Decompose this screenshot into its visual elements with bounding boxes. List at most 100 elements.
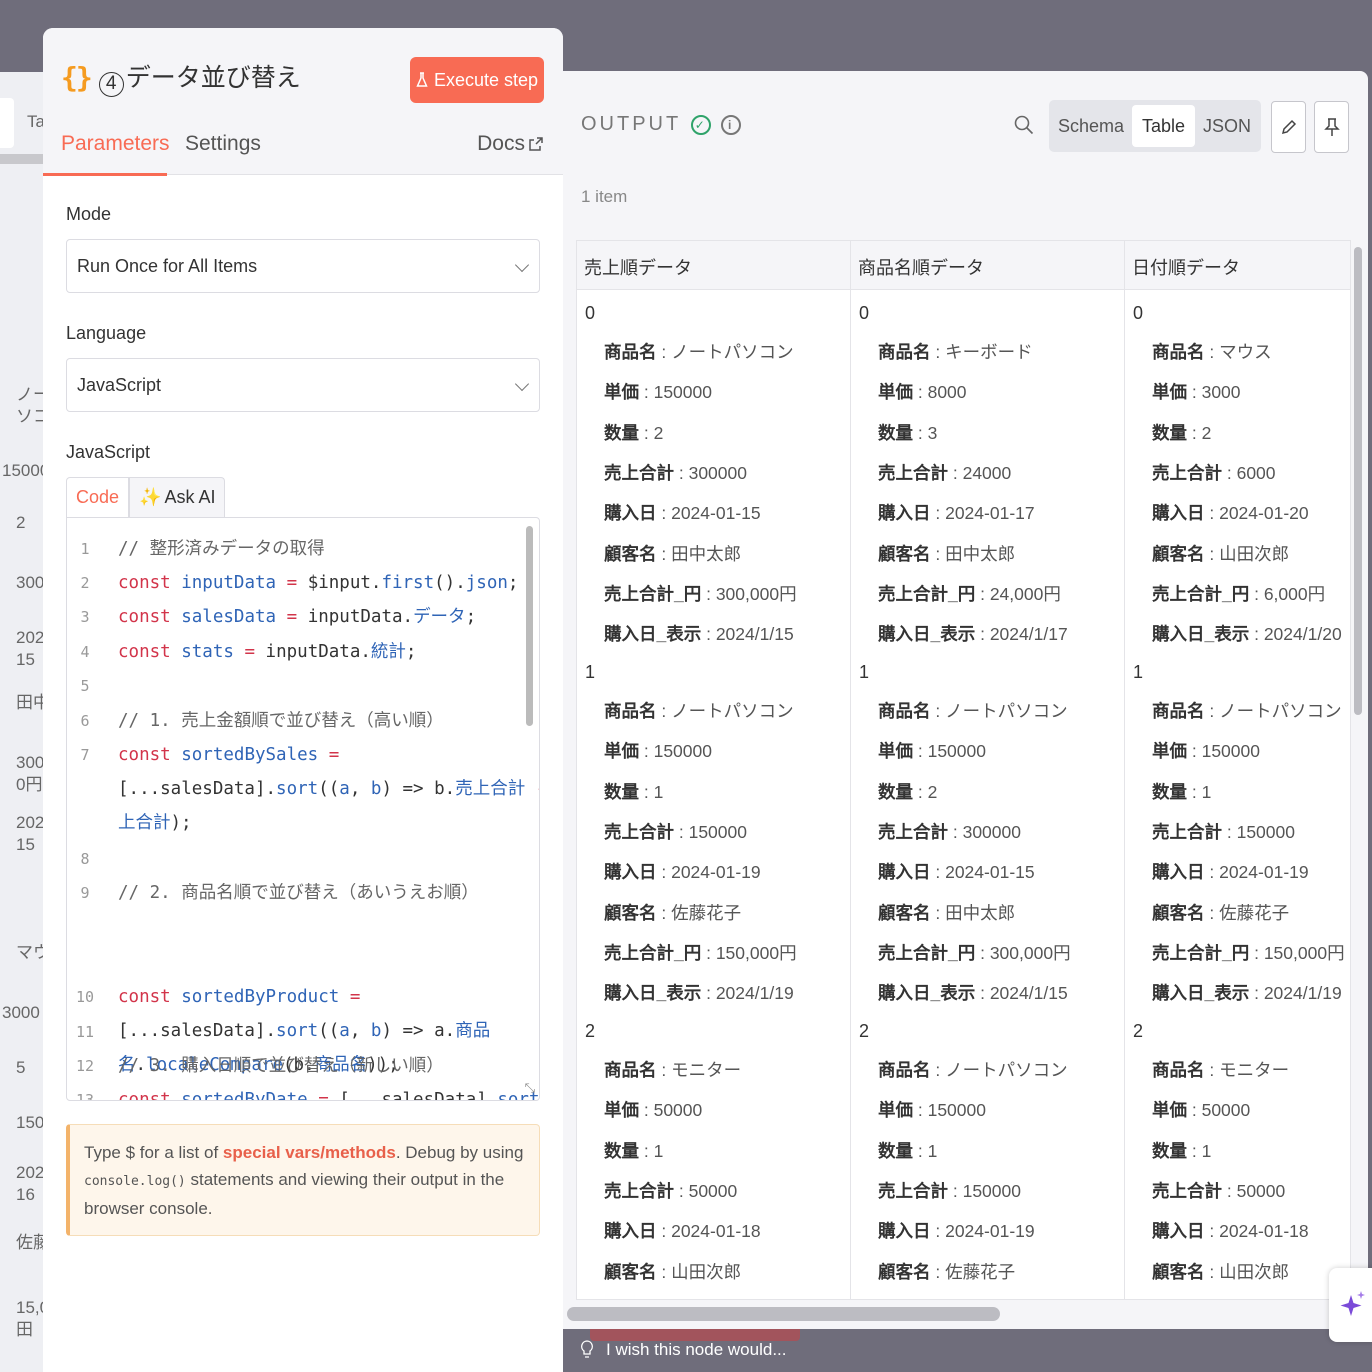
record-field[interactable]: 売上合計 : 300000 (604, 460, 747, 485)
tab-code[interactable]: Code (66, 477, 130, 517)
record-field[interactable]: 商品名 : ノートパソコン (878, 1057, 1068, 1082)
code-line: 12 // 3. 購入日順で並び替え（新しい順） (67, 1049, 527, 1083)
record-field[interactable]: 数量 : 2 (1152, 420, 1211, 445)
resize-icon[interactable]: ⤡ (525, 1080, 535, 1096)
record-field[interactable]: 売上合計_円 : 300,000円 (878, 940, 1071, 965)
code-line: 6 // 1. 売上金額順で並び替え（高い順） (67, 704, 527, 738)
record-field[interactable]: 単価 : 3000 (1152, 379, 1241, 404)
record-field[interactable]: 顧客名 : 田中太郎 (878, 900, 1015, 925)
tab-settings[interactable]: Settings (185, 132, 261, 156)
record-field[interactable]: 購入日 : 2024-01-20 (1152, 500, 1309, 525)
record-field[interactable]: 売上合計 : 24000 (878, 460, 1011, 485)
code-editor[interactable]: 1 // 整形済みデータの取得 2 const inputData = $input.… (66, 517, 540, 1101)
language-select[interactable]: JavaScript (66, 358, 540, 412)
record-field[interactable]: 数量 : 2 (604, 420, 663, 445)
record-field[interactable]: 購入日_表示 : 2024/1/19 (1152, 980, 1342, 1005)
record-field[interactable]: 購入日 : 2024-01-17 (878, 500, 1035, 525)
record-field[interactable]: 購入日_表示 : 2024/1/15 (878, 980, 1068, 1005)
edit-output-button[interactable] (1271, 101, 1306, 153)
record-field[interactable]: 商品名 : ノートパソコン (1152, 698, 1342, 723)
record-field[interactable]: 顧客名 : 山田次郎 (1152, 1259, 1289, 1284)
record-field[interactable]: 顧客名 : 田中太郎 (604, 541, 741, 566)
view-table-button[interactable]: Table (1132, 105, 1195, 147)
view-json-button[interactable]: JSON (1198, 105, 1256, 147)
record-field[interactable]: 売上合計 : 300000 (878, 819, 1021, 844)
search-icon[interactable] (1014, 115, 1034, 135)
record-field[interactable]: 数量 : 1 (1152, 1138, 1211, 1163)
record-field[interactable]: 購入日 : 2024-01-19 (604, 859, 761, 884)
record-field[interactable]: 売上合計 : 150000 (878, 1178, 1021, 1203)
field-key: 顧客名 (878, 543, 931, 564)
column-header[interactable]: 商品名順データ (851, 241, 1124, 290)
record-field[interactable]: 購入日 : 2024-01-19 (878, 1218, 1035, 1243)
pin-output-button[interactable] (1314, 101, 1349, 153)
record-field[interactable]: 数量 : 2 (878, 779, 937, 804)
record-field[interactable]: 単価 : 150000 (878, 738, 986, 763)
record-field[interactable]: 単価 : 150000 (604, 738, 712, 763)
record-field[interactable]: 売上合計 : 50000 (604, 1178, 737, 1203)
tab-ask-ai[interactable]: ✨ Ask AI (129, 477, 226, 517)
editor-scrollbar[interactable] (526, 526, 533, 726)
record-field[interactable]: 売上合計_円 : 150,000円 (604, 940, 797, 965)
record-field[interactable]: 売上合計_円 : 150,000円 (1152, 940, 1345, 965)
record-field[interactable]: 単価 : 50000 (1152, 1097, 1250, 1122)
record-field[interactable]: 顧客名 : 田中太郎 (878, 541, 1015, 566)
record-index: 2 (585, 1021, 596, 1041)
tab-parameters[interactable]: Parameters (61, 132, 170, 156)
record-field[interactable]: 単価 : 150000 (878, 1097, 986, 1122)
record-field[interactable]: 顧客名 : 佐藤花子 (1152, 900, 1289, 925)
record-field[interactable]: 単価 : 8000 (878, 379, 967, 404)
field-value: 150000 (653, 741, 712, 762)
record-field[interactable]: 数量 : 3 (878, 420, 937, 445)
record-field[interactable]: 数量 : 1 (604, 779, 663, 804)
node-title[interactable]: 4 データ並び替え (98, 58, 301, 97)
record-field[interactable]: 売上合計 : 150000 (604, 819, 747, 844)
column-header[interactable]: 日付順データ (1125, 241, 1350, 290)
record-field[interactable]: 商品名 : ノートパソコン (878, 698, 1068, 723)
output-vertical-scrollbar[interactable] (1354, 247, 1362, 715)
record-field[interactable]: 商品名 : モニター (604, 1057, 741, 1082)
record-index: 1 (585, 662, 596, 682)
record-field[interactable]: 単価 : 50000 (604, 1097, 702, 1122)
execute-step-button[interactable]: Execute step (410, 57, 544, 103)
record-field[interactable]: 商品名 : キーボード (878, 339, 1033, 364)
record-field[interactable]: 数量 : 1 (878, 1138, 937, 1163)
record-field[interactable]: 購入日_表示 : 2024/1/15 (604, 621, 794, 646)
special-vars-link[interactable]: special vars/methods (223, 1143, 396, 1162)
record-field[interactable]: 購入日 : 2024-01-15 (604, 500, 761, 525)
record-field[interactable]: 商品名 : ノートパソコン (604, 339, 794, 364)
record-field[interactable]: 顧客名 : 佐藤花子 (604, 900, 741, 925)
assistant-button[interactable] (1329, 1268, 1372, 1342)
docs-link[interactable]: Docs (477, 132, 543, 156)
record-field[interactable]: 商品名 : モニター (1152, 1057, 1289, 1082)
output-horizontal-scrollbar[interactable] (567, 1307, 1000, 1321)
record-field[interactable]: 購入日_表示 : 2024/1/19 (604, 980, 794, 1005)
record-field[interactable]: 購入日 : 2024-01-15 (878, 859, 1035, 884)
record-field[interactable]: 購入日_表示 : 2024/1/20 (1152, 621, 1342, 646)
record-field[interactable]: 数量 : 1 (604, 1138, 663, 1163)
record-field[interactable]: 売上合計_円 : 6,000円 (1152, 581, 1325, 606)
record-field[interactable]: 顧客名 : 山田次郎 (604, 1259, 741, 1284)
record-field[interactable]: 数量 : 1 (1152, 779, 1211, 804)
field-separator: : (656, 902, 672, 923)
record-field[interactable]: 売上合計 : 150000 (1152, 819, 1295, 844)
record-field[interactable]: 購入日_表示 : 2024/1/17 (878, 621, 1068, 646)
record-field[interactable]: 単価 : 150000 (1152, 738, 1260, 763)
record-field[interactable]: 購入日 : 2024-01-19 (1152, 859, 1309, 884)
feedback-prompt[interactable]: I wish this node would... (580, 1340, 786, 1360)
record-field[interactable]: 顧客名 : 山田次郎 (1152, 541, 1289, 566)
record-field[interactable]: 単価 : 150000 (604, 379, 712, 404)
info-icon[interactable]: i (721, 114, 742, 135)
record-field[interactable]: 顧客名 : 佐藤花子 (878, 1259, 1015, 1284)
mode-select[interactable]: Run Once for All Items (66, 239, 540, 293)
record-field[interactable]: 売上合計_円 : 24,000円 (878, 581, 1061, 606)
column-header[interactable]: 売上順データ (577, 241, 850, 290)
record-field[interactable]: 売上合計 : 6000 (1152, 460, 1276, 485)
record-field[interactable]: 売上合計_円 : 300,000円 (604, 581, 797, 606)
record-field[interactable]: 売上合計 : 50000 (1152, 1178, 1285, 1203)
record-field[interactable]: 商品名 : ノートパソコン (604, 698, 794, 723)
record-field[interactable]: 購入日 : 2024-01-18 (604, 1218, 761, 1243)
view-schema-button[interactable]: Schema (1057, 105, 1125, 147)
record-field[interactable]: 購入日 : 2024-01-18 (1152, 1218, 1309, 1243)
record-field[interactable]: 商品名 : マウス (1152, 339, 1272, 364)
